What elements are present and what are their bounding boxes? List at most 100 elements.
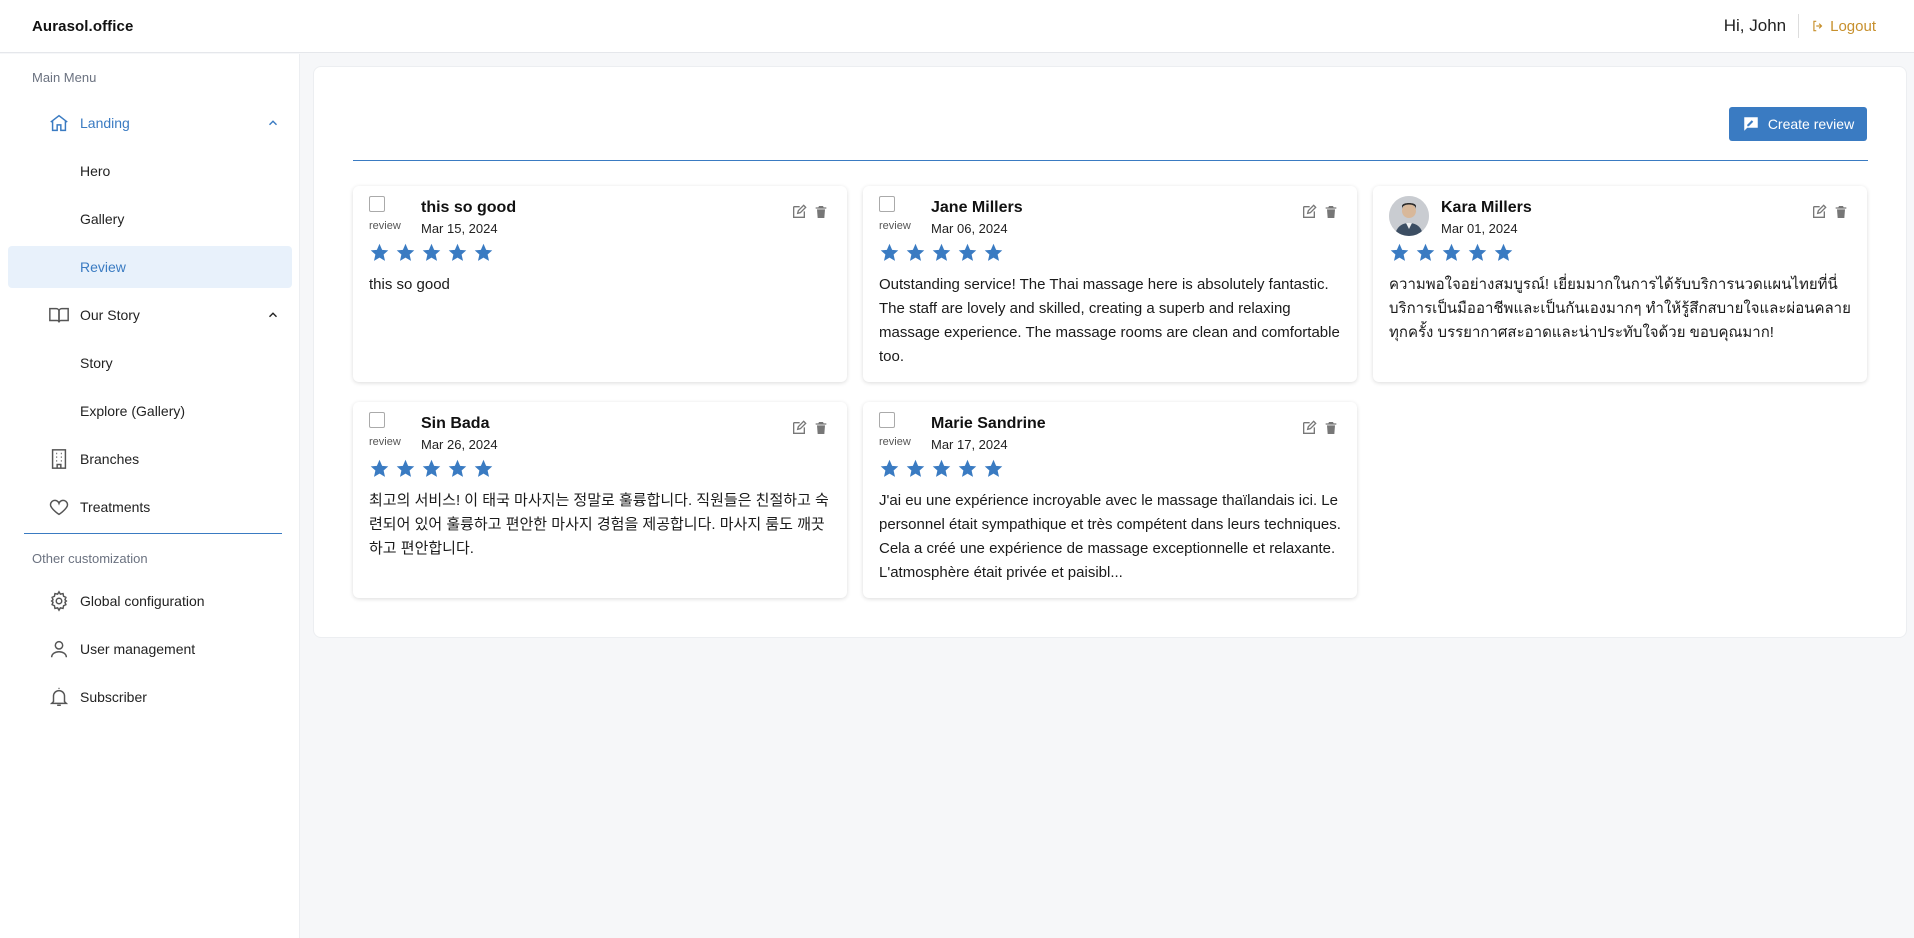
- review-text: J'ai eu une expérience incroyable avec l…: [879, 492, 1341, 581]
- star-icon: [369, 242, 390, 263]
- reviewer-name: this so good: [421, 199, 517, 216]
- star-icon: [473, 242, 494, 263]
- trash-icon[interactable]: [1833, 204, 1849, 220]
- review-card: Kara Millers Mar 01, 2024 ความพอใจอย่างส…: [1373, 186, 1867, 382]
- star-icon: [447, 242, 468, 263]
- star-rating: [879, 242, 1004, 263]
- sidebar-item-our-story[interactable]: Our Story: [8, 294, 292, 336]
- sidebar-item-label: Story: [80, 355, 113, 371]
- review-text: ความพอใจอย่างสมบูรณ์! เยี่ยมมากในการได้ร…: [1389, 276, 1851, 341]
- sidebar-item-explore-gallery[interactable]: Explore (Gallery): [8, 390, 292, 432]
- sidebar-item-label: Treatments: [80, 499, 151, 515]
- star-icon: [931, 242, 952, 263]
- sidebar-item-label: Explore (Gallery): [80, 403, 186, 419]
- trash-icon[interactable]: [813, 420, 829, 436]
- logout-button[interactable]: Logout: [1811, 18, 1882, 35]
- logout-label: Logout: [1830, 17, 1876, 35]
- star-icon: [905, 458, 926, 479]
- edit-icon[interactable]: [1301, 204, 1317, 220]
- sidebar: Main Menu Landing Hero Gallery Review Ou…: [0, 54, 300, 938]
- review-date: Mar 26, 2024: [421, 437, 498, 452]
- review-card: review Jane Millers Mar 06, 2024 Outstan…: [863, 186, 1357, 382]
- star-icon: [931, 458, 952, 479]
- avatar: review: [879, 412, 919, 452]
- edit-icon[interactable]: [1811, 204, 1827, 220]
- sidebar-item-label: Gallery: [80, 211, 125, 227]
- trash-icon[interactable]: [813, 204, 829, 220]
- reviewer-name: Marie Sandrine: [931, 415, 1046, 432]
- sidebar-item-label: Hero: [80, 163, 111, 179]
- sidebar-divider: [24, 533, 282, 534]
- star-icon: [1415, 242, 1436, 263]
- avatar-photo: [1389, 196, 1429, 236]
- building-icon: [48, 448, 70, 470]
- avatar: review: [369, 412, 409, 452]
- star-icon: [369, 458, 390, 479]
- sidebar-item-story[interactable]: Story: [8, 342, 292, 384]
- review-text: Outstanding service! The Thai massage he…: [879, 276, 1340, 365]
- review-date: Mar 06, 2024: [931, 221, 1008, 236]
- sidebar-item-treatments[interactable]: Treatments: [8, 486, 292, 528]
- book-icon: [48, 304, 70, 326]
- sidebar-item-label: Landing: [80, 115, 130, 131]
- trash-icon[interactable]: [1323, 420, 1339, 436]
- edit-icon[interactable]: [791, 204, 807, 220]
- trash-icon[interactable]: [1323, 204, 1339, 220]
- reviewer-name: Sin Bada: [421, 415, 490, 432]
- star-icon: [421, 242, 442, 263]
- review-date: Mar 15, 2024: [421, 221, 498, 236]
- create-review-button[interactable]: Create review: [1729, 107, 1867, 141]
- sidebar-item-global-configuration[interactable]: Global configuration: [8, 580, 292, 622]
- sidebar-item-user-management[interactable]: User management: [8, 628, 292, 670]
- reviewer-name: Kara Millers: [1441, 199, 1532, 216]
- review-icon: [1744, 117, 1758, 131]
- star-icon: [1493, 242, 1514, 263]
- review-card: review Marie Sandrine Mar 17, 2024 J'ai …: [863, 402, 1357, 598]
- brand-logo[interactable]: Aurasol.office: [32, 18, 133, 35]
- card-actions: [791, 204, 829, 220]
- review-date: Mar 01, 2024: [1441, 221, 1518, 236]
- avatar: review: [369, 196, 409, 236]
- review-text: this so good: [369, 276, 450, 293]
- star-icon: [1467, 242, 1488, 263]
- card-actions: [791, 420, 829, 436]
- heart-icon: [48, 496, 70, 518]
- star-icon: [983, 458, 1004, 479]
- sidebar-item-gallery[interactable]: Gallery: [8, 198, 292, 240]
- review-card: review this so good Mar 15, 2024 this so…: [353, 186, 847, 382]
- star-icon: [473, 458, 494, 479]
- avatar: review: [879, 196, 919, 236]
- other-customization-title: Other customization: [32, 551, 148, 566]
- avatar: [1389, 196, 1429, 236]
- user-icon: [48, 638, 70, 660]
- bell-icon: [48, 686, 70, 708]
- star-icon: [395, 458, 416, 479]
- star-icon: [879, 242, 900, 263]
- chevron-up-icon[interactable]: [266, 116, 280, 130]
- sidebar-item-subscriber[interactable]: Subscriber: [8, 676, 292, 718]
- edit-icon[interactable]: [1301, 420, 1317, 436]
- sidebar-item-hero[interactable]: Hero: [8, 150, 292, 192]
- star-icon: [1389, 242, 1410, 263]
- chevron-up-icon[interactable]: [266, 308, 280, 322]
- star-rating: [369, 458, 494, 479]
- sidebar-item-review[interactable]: Review: [8, 246, 292, 288]
- star-icon: [957, 458, 978, 479]
- star-icon: [421, 458, 442, 479]
- logout-icon: [1813, 20, 1823, 32]
- user-greeting: Hi, John: [1723, 16, 1787, 35]
- sidebar-item-branches[interactable]: Branches: [8, 438, 292, 480]
- card-actions: [1301, 420, 1339, 436]
- star-icon: [1441, 242, 1462, 263]
- home-icon: [48, 112, 70, 134]
- sidebar-item-label: Global configuration: [80, 593, 205, 609]
- sidebar-item-landing[interactable]: Landing: [8, 102, 292, 144]
- card-actions: [1811, 204, 1849, 220]
- header-user-area: Hi, John Logout: [1724, 0, 1882, 52]
- sidebar-item-label: Our Story: [80, 307, 140, 323]
- sidebar-item-label: Subscriber: [80, 689, 147, 705]
- gear-icon: [48, 590, 70, 612]
- main-menu-title: Main Menu: [32, 70, 97, 85]
- edit-icon[interactable]: [791, 420, 807, 436]
- header-divider: [1798, 14, 1800, 38]
